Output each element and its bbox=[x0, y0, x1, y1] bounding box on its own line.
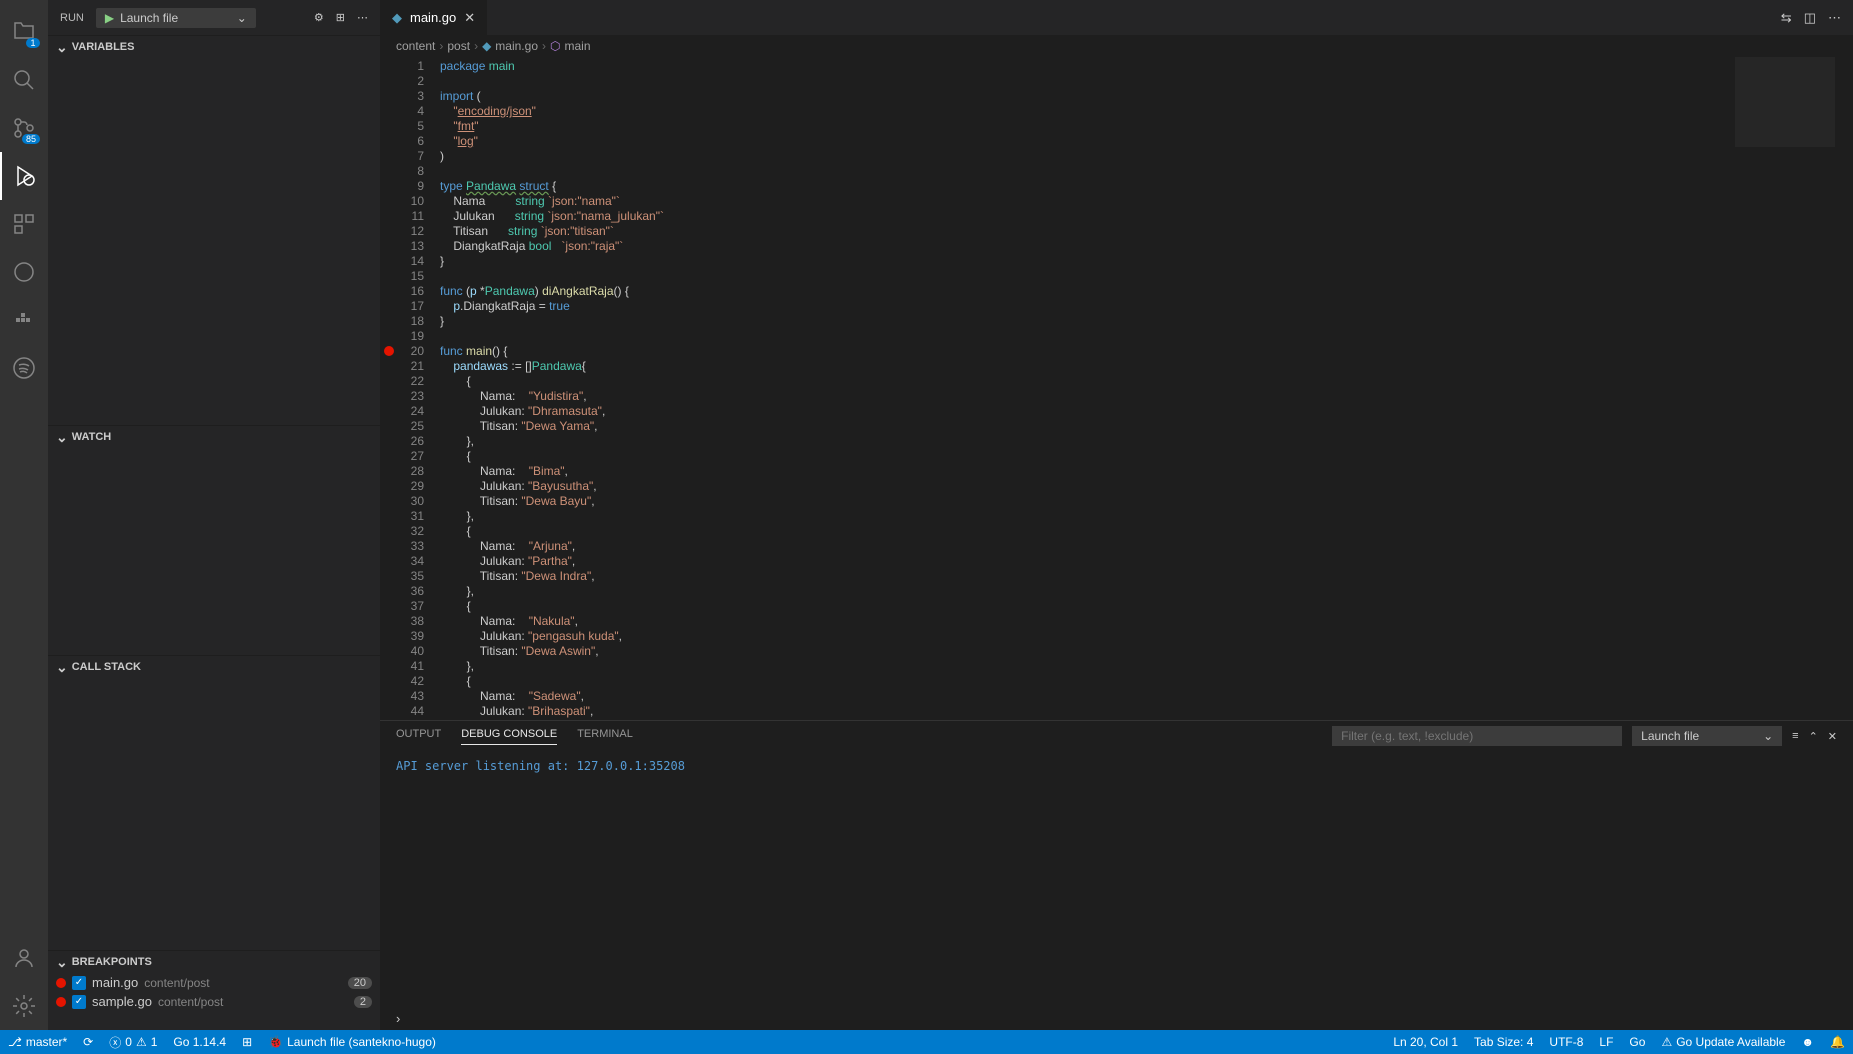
debug-console-icon[interactable]: ⊞ bbox=[336, 11, 345, 24]
live-share-icon[interactable]: ⊞ bbox=[234, 1035, 260, 1049]
run-label: RUN bbox=[60, 12, 84, 24]
bp-line: 20 bbox=[348, 977, 372, 989]
sidebar-header: RUN ▶ Launch file ⌄ ⚙ ⊞ ⋯ bbox=[48, 0, 380, 35]
account-icon[interactable] bbox=[0, 934, 48, 982]
extensions-icon[interactable] bbox=[0, 200, 48, 248]
scm-badge: 85 bbox=[22, 134, 40, 144]
callstack-header[interactable]: ⌄ CALL STACK bbox=[48, 656, 380, 678]
tab-output[interactable]: OUTPUT bbox=[396, 728, 441, 744]
chevron-down-icon: ⌄ bbox=[56, 659, 68, 676]
bell-icon[interactable]: 🔔 bbox=[1822, 1035, 1853, 1049]
problems-item[interactable]: ⓧ 0 ⚠ 1 bbox=[101, 1034, 165, 1051]
chevron-down-icon: ⌄ bbox=[56, 954, 68, 971]
chevron-down-icon: ⌄ bbox=[56, 39, 68, 56]
watch-header[interactable]: ⌄ WATCH bbox=[48, 426, 380, 448]
checkbox[interactable]: ✓ bbox=[72, 976, 86, 990]
checkbox[interactable]: ✓ bbox=[72, 995, 86, 1009]
go-file-icon: ◆ bbox=[482, 39, 491, 53]
branch-item[interactable]: ⎇ master* bbox=[0, 1035, 75, 1049]
scm-icon[interactable]: 85 bbox=[0, 104, 48, 152]
breakpoints-panel: ⌄ BREAKPOINTS ✓ main.go content/post 20 … bbox=[48, 950, 380, 1011]
word-wrap-icon[interactable]: ≡ bbox=[1792, 730, 1798, 742]
breakpoint-dot-icon bbox=[56, 978, 66, 988]
debug-console-output: API server listening at: 127.0.0.1:35208 bbox=[380, 751, 1853, 781]
launch-config-select[interactable]: ▶ Launch file ⌄ bbox=[96, 8, 256, 28]
search-icon[interactable] bbox=[0, 56, 48, 104]
chevron-down-icon: ⌄ bbox=[56, 429, 68, 446]
filter-input[interactable] bbox=[1332, 726, 1622, 746]
sync-item[interactable]: ⟳ bbox=[75, 1035, 101, 1049]
watch-panel: ⌄ WATCH bbox=[48, 425, 380, 655]
breakpoint-item[interactable]: ✓ sample.go content/post 2 bbox=[48, 992, 380, 1011]
editor-area: ◆ main.go ✕ ⇆ ◫ ⋯ content› post› ◆ main.… bbox=[380, 0, 1853, 720]
encoding[interactable]: UTF-8 bbox=[1541, 1035, 1591, 1049]
more-icon[interactable]: ⋯ bbox=[357, 11, 368, 24]
breadcrumbs[interactable]: content› post› ◆ main.go› ⬡ main bbox=[380, 35, 1853, 57]
compare-icon[interactable]: ⇆ bbox=[1781, 10, 1792, 26]
bp-path: content/post bbox=[158, 995, 223, 1009]
bp-file: main.go bbox=[92, 975, 138, 990]
explorer-badge: 1 bbox=[26, 38, 40, 48]
statusbar: ⎇ master* ⟳ ⓧ 0 ⚠ 1 Go 1.14.4 ⊞ 🐞 Launch… bbox=[0, 1030, 1853, 1054]
chevron-down-icon: ⌄ bbox=[1763, 729, 1773, 743]
debug-prompt[interactable]: › bbox=[396, 1011, 400, 1026]
chevron-up-icon[interactable]: ⌃ bbox=[1809, 730, 1818, 743]
gear-icon[interactable] bbox=[0, 982, 48, 1030]
close-icon[interactable]: ✕ bbox=[464, 10, 475, 26]
split-icon[interactable]: ◫ bbox=[1804, 10, 1816, 26]
feedback-icon[interactable]: ☻ bbox=[1793, 1035, 1822, 1049]
bottom-panel: OUTPUT DEBUG CONSOLE TERMINAL Launch fil… bbox=[380, 720, 1853, 1030]
tab-terminal[interactable]: TERMINAL bbox=[577, 728, 633, 744]
breakpoint-item[interactable]: ✓ main.go content/post 20 bbox=[48, 973, 380, 992]
code-editor[interactable]: 1package main23import (4 "encoding/json"… bbox=[380, 57, 1853, 720]
launch-dropdown[interactable]: Launch file⌄ bbox=[1632, 726, 1782, 746]
breakpoints-header[interactable]: ⌄ BREAKPOINTS bbox=[48, 951, 380, 973]
activity-bar: 1 85 bbox=[0, 0, 48, 1030]
function-icon: ⬡ bbox=[550, 39, 560, 53]
remote-icon[interactable] bbox=[0, 248, 48, 296]
debug-icon[interactable] bbox=[0, 152, 48, 200]
variables-panel: ⌄ VARIABLES bbox=[48, 35, 380, 425]
bp-line: 2 bbox=[354, 996, 372, 1008]
eol[interactable]: LF bbox=[1591, 1035, 1621, 1049]
tab-label: main.go bbox=[410, 10, 456, 25]
debug-launch[interactable]: 🐞 Launch file (santekno-hugo) bbox=[260, 1035, 444, 1049]
launch-config-name: Launch file bbox=[120, 11, 178, 25]
tab-main-go[interactable]: ◆ main.go ✕ bbox=[380, 0, 487, 35]
minimap[interactable] bbox=[1735, 57, 1835, 457]
editor-tabs: ◆ main.go ✕ ⇆ ◫ ⋯ bbox=[380, 0, 1853, 35]
tab-debug-console[interactable]: DEBUG CONSOLE bbox=[461, 728, 557, 745]
callstack-panel: ⌄ CALL STACK bbox=[48, 655, 380, 950]
tab-size[interactable]: Tab Size: 4 bbox=[1466, 1035, 1541, 1049]
go-file-icon: ◆ bbox=[392, 10, 402, 26]
more-icon[interactable]: ⋯ bbox=[1828, 10, 1841, 26]
variables-header[interactable]: ⌄ VARIABLES bbox=[48, 36, 380, 58]
play-icon: ▶ bbox=[105, 11, 114, 25]
go-update[interactable]: ⚠ Go Update Available bbox=[1653, 1035, 1793, 1049]
go-version[interactable]: Go 1.14.4 bbox=[165, 1035, 234, 1049]
breakpoint-dot-icon bbox=[56, 997, 66, 1007]
chevron-down-icon: ⌄ bbox=[237, 11, 247, 25]
bp-file: sample.go bbox=[92, 994, 152, 1009]
debug-sidebar: RUN ▶ Launch file ⌄ ⚙ ⊞ ⋯ ⌄ VARIABLES ⌄ … bbox=[48, 0, 380, 1030]
gear-icon[interactable]: ⚙ bbox=[314, 11, 324, 24]
docker-icon[interactable] bbox=[0, 296, 48, 344]
panel-tabs: OUTPUT DEBUG CONSOLE TERMINAL Launch fil… bbox=[380, 721, 1853, 751]
bp-path: content/post bbox=[144, 976, 209, 990]
cursor-position[interactable]: Ln 20, Col 1 bbox=[1385, 1035, 1466, 1049]
explorer-icon[interactable]: 1 bbox=[0, 8, 48, 56]
language-mode[interactable]: Go bbox=[1621, 1035, 1653, 1049]
spotify-icon[interactable] bbox=[0, 344, 48, 392]
close-icon[interactable]: ✕ bbox=[1828, 730, 1837, 743]
